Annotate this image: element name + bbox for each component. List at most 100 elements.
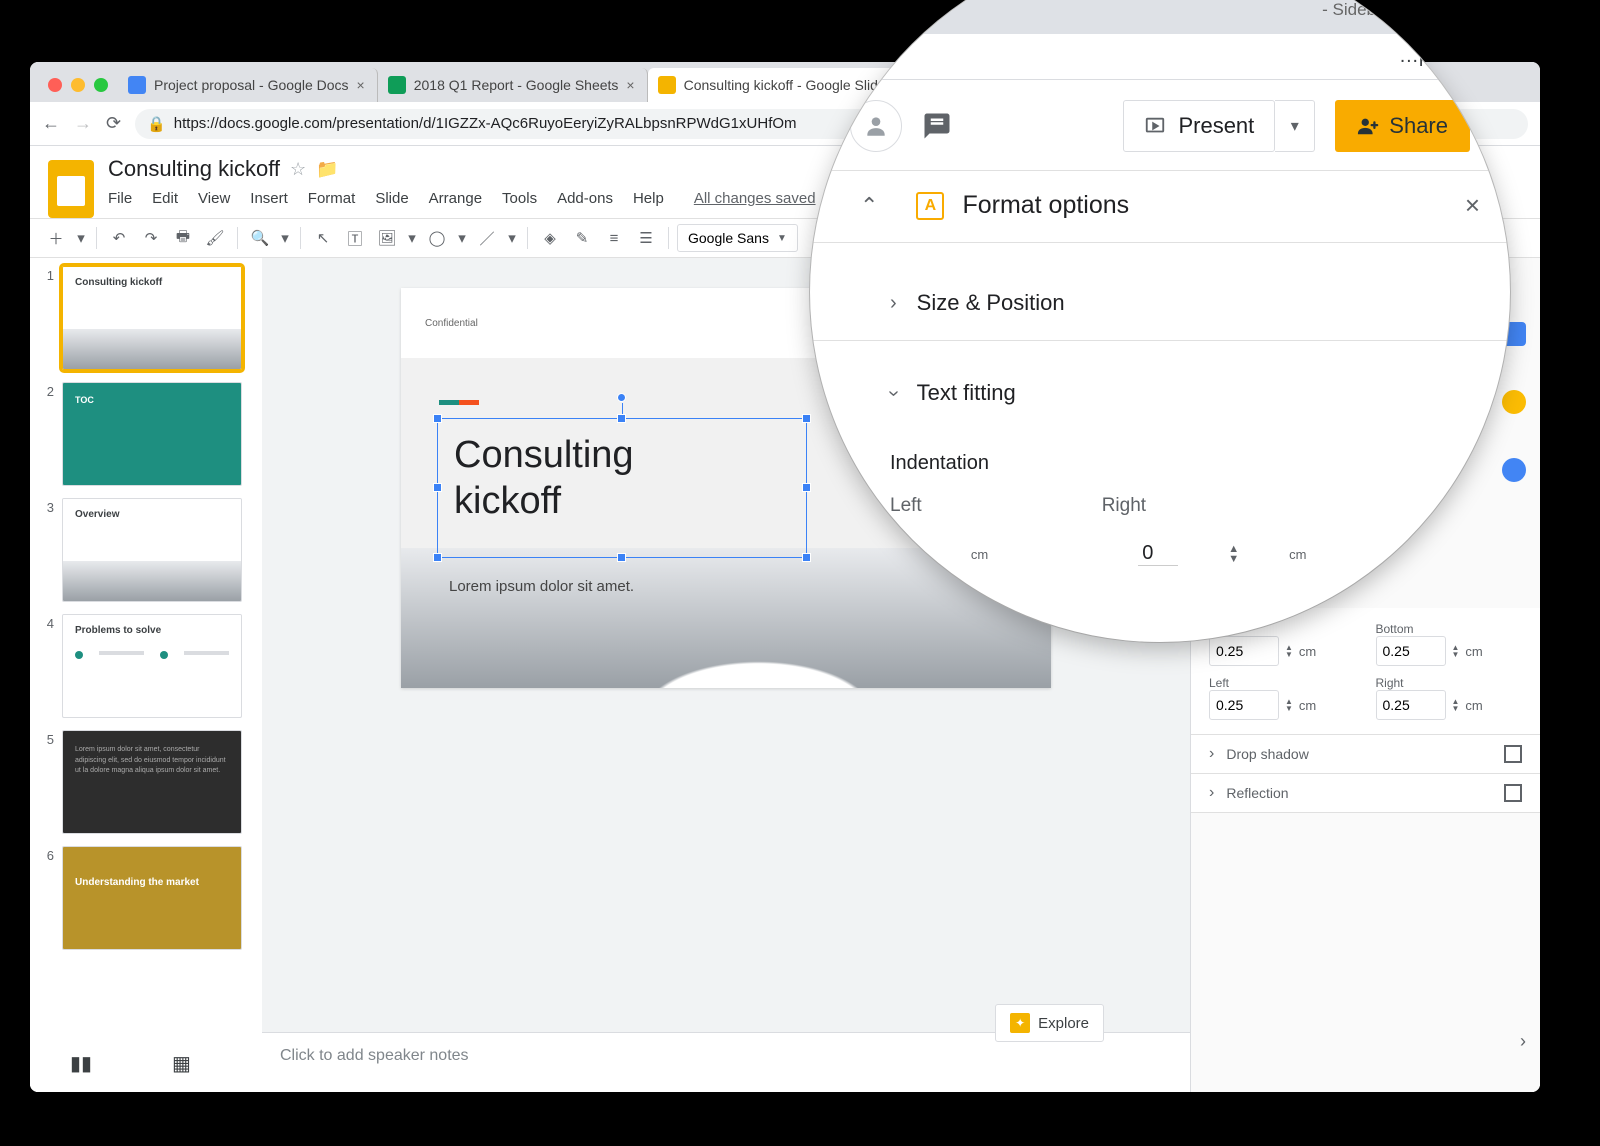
traffic-close[interactable] (48, 78, 62, 92)
tab-docs[interactable]: Project proposal - Google Docs × (118, 68, 378, 102)
thumb-2[interactable]: TOC (62, 382, 242, 486)
line-button[interactable]: ／ (473, 224, 501, 252)
paint-format-button[interactable]: 🖌 (201, 224, 229, 252)
thumb-3[interactable]: Overview (62, 498, 242, 602)
title-textbox[interactable]: Consultingkickoff (437, 418, 807, 558)
line-dropdown[interactable]: ▾ (505, 224, 519, 252)
slides-logo-icon[interactable] (48, 160, 94, 218)
menu-help[interactable]: Help (633, 190, 664, 207)
print-button[interactable]: 🖶 (169, 224, 197, 252)
textbox-button[interactable]: 🅃 (341, 224, 369, 252)
reload-icon[interactable]: ⟳ (106, 113, 121, 134)
image-button[interactable]: 🖼 (373, 224, 401, 252)
spinner-icon[interactable]: ▲▼ (1228, 544, 1239, 564)
collapse-chevron-icon[interactable]: › (1520, 1031, 1526, 1052)
section-size-position[interactable]: › Size & Position (890, 290, 1480, 316)
section-text-fitting[interactable]: › Text fitting (890, 380, 1480, 406)
pad-right-input[interactable]: ▲▼ cm (1376, 690, 1523, 720)
menu-slide[interactable]: Slide (375, 190, 408, 207)
menu-tools[interactable]: Tools (502, 190, 537, 207)
resize-handle[interactable] (617, 414, 626, 423)
pad-top-input[interactable]: ▲▼ cm (1209, 636, 1356, 666)
section-reflection[interactable]: › Reflection (1191, 774, 1540, 813)
resize-handle[interactable] (433, 483, 442, 492)
thumbnail-panel[interactable]: 1 Consulting kickoff 2 TOC 3 Overview 4 (30, 258, 262, 1092)
redo-button[interactable]: ↷ (137, 224, 165, 252)
present-button[interactable]: Present (1123, 100, 1275, 152)
star-icon[interactable]: ☆ (290, 159, 306, 180)
share-button[interactable]: Share (1335, 100, 1470, 152)
person-icon[interactable] (850, 100, 902, 152)
resize-handle[interactable] (433, 414, 442, 423)
traffic-max[interactable] (94, 78, 108, 92)
checkbox[interactable] (1504, 784, 1522, 802)
doc-title[interactable]: Consulting kickoff (108, 156, 280, 182)
spinner-icon[interactable]: ▲▼ (1452, 698, 1460, 712)
zoom-button[interactable]: 🔍 (246, 224, 274, 252)
spinner-icon[interactable]: ▲▼ (1285, 698, 1293, 712)
add-slide-dropdown[interactable]: ▾ (74, 224, 88, 252)
close-icon[interactable]: × (1465, 190, 1480, 221)
menu-addons[interactable]: Add-ons (557, 190, 613, 207)
rotate-handle[interactable] (617, 393, 626, 402)
tasks-icon[interactable] (1502, 458, 1526, 482)
menu-view[interactable]: View (198, 190, 230, 207)
chevron-up-icon[interactable]: ⌃ (860, 193, 878, 219)
pad-top-field[interactable] (1209, 636, 1279, 666)
zoom-dropdown[interactable]: ▾ (278, 224, 292, 252)
cursor-button[interactable]: ↖ (309, 224, 337, 252)
fill-button[interactable]: ◈ (536, 224, 564, 252)
spinner-icon[interactable]: ▲▼ (910, 544, 921, 564)
resize-handle[interactable] (433, 553, 442, 562)
thumb-6[interactable]: Understanding the market (62, 846, 242, 950)
present-dropdown[interactable]: ▾ (1275, 100, 1315, 152)
folder-icon[interactable]: 📁 (316, 159, 338, 180)
resize-handle[interactable] (617, 553, 626, 562)
pad-left-field[interactable] (1209, 690, 1279, 720)
thumb-5[interactable]: Lorem ipsum dolor sit amet, consectetur … (62, 730, 242, 834)
pad-left-input[interactable]: ▲▼ cm (1209, 690, 1356, 720)
thumb-1[interactable]: Consulting kickoff (62, 266, 242, 370)
spinner-icon[interactable]: ▲▼ (1285, 644, 1293, 658)
forward-icon[interactable]: → (74, 113, 92, 134)
traffic-min[interactable] (71, 78, 85, 92)
subtitle-text[interactable]: Lorem ipsum dolor sit amet. (449, 578, 634, 595)
explore-button[interactable]: ✦ Explore (995, 1004, 1104, 1042)
comment-icon[interactable] (922, 111, 952, 141)
spacing-button[interactable]: ☰ (632, 224, 660, 252)
menu-format[interactable]: Format (308, 190, 356, 207)
border-button[interactable]: ✎ (568, 224, 596, 252)
section-drop-shadow[interactable]: › Drop shadow (1191, 735, 1540, 774)
keep-icon[interactable] (1502, 390, 1526, 414)
menu-file[interactable]: File (108, 190, 132, 207)
image-dropdown[interactable]: ▾ (405, 224, 419, 252)
tab-sheets[interactable]: 2018 Q1 Report - Google Sheets × (378, 68, 648, 102)
thumb-4[interactable]: Problems to solve (62, 614, 242, 718)
menu-edit[interactable]: Edit (152, 190, 178, 207)
pad-right-field[interactable] (1376, 690, 1446, 720)
back-icon[interactable]: ← (42, 113, 60, 134)
indent-right-value[interactable]: 0 (1138, 542, 1178, 566)
shape-button[interactable]: ◯ (423, 224, 451, 252)
menu-arrange[interactable]: Arrange (429, 190, 482, 207)
menu-insert[interactable]: Insert (250, 190, 288, 207)
resize-handle[interactable] (802, 553, 811, 562)
font-selector[interactable]: Google Sans ▼ (677, 224, 798, 252)
title-text[interactable]: Consultingkickoff (438, 419, 806, 538)
save-status[interactable]: All changes saved (694, 190, 816, 207)
undo-button[interactable]: ↶ (105, 224, 133, 252)
tab-close-icon[interactable]: × (626, 77, 634, 93)
resize-handle[interactable] (802, 483, 811, 492)
pad-bottom-input[interactable]: ▲▼ cm (1376, 636, 1523, 666)
grid-view-icon[interactable]: ▦ (172, 1051, 191, 1076)
tab-close-icon[interactable]: × (1441, 0, 1454, 24)
pad-bottom-field[interactable] (1376, 636, 1446, 666)
shape-dropdown[interactable]: ▾ (455, 224, 469, 252)
filmstrip-view-icon[interactable]: ▮▮ (70, 1051, 92, 1076)
add-slide-button[interactable]: ＋ (42, 224, 70, 252)
tab-close-icon[interactable]: × (357, 77, 365, 93)
resize-handle[interactable] (802, 414, 811, 423)
spinner-icon[interactable]: ▲▼ (1452, 644, 1460, 658)
checkbox[interactable] (1504, 745, 1522, 763)
align-button[interactable]: ≡ (600, 224, 628, 252)
